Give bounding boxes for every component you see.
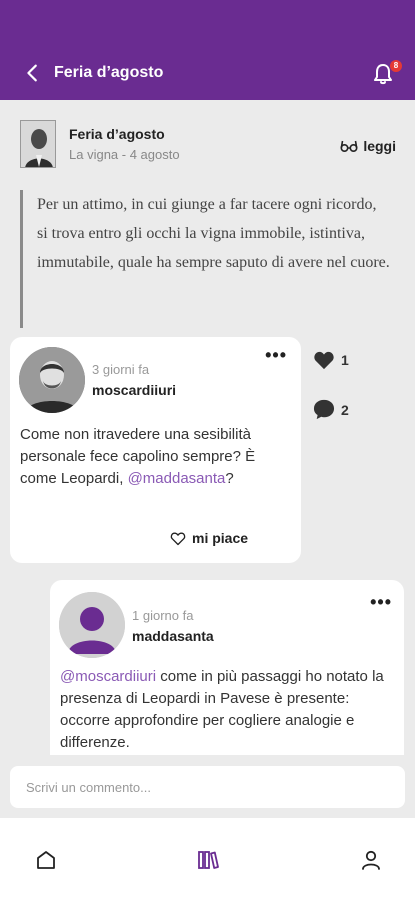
like-button[interactable]: mi piace (170, 530, 248, 546)
user-icon[interactable] (359, 848, 383, 872)
speech-bubble-icon (313, 399, 335, 420)
avatar[interactable] (59, 592, 125, 658)
post-subtitle: La vigna - 4 agosto (69, 147, 180, 162)
more-dots-icon[interactable]: ••• (265, 346, 287, 364)
notification-badge: 8 (390, 60, 402, 72)
author-photo[interactable] (20, 120, 56, 168)
avatar-photo (19, 347, 85, 413)
mention-link[interactable]: @maddasanta (128, 470, 226, 487)
like-count[interactable]: 1 (313, 350, 349, 370)
heart-icon (314, 351, 334, 370)
home-icon[interactable] (34, 848, 58, 872)
heart-outline-icon (170, 532, 186, 545)
portrait-image (21, 121, 55, 167)
reply-count[interactable]: 2 (313, 399, 349, 420)
app-header: Feria d’agosto 8 (0, 0, 415, 100)
read-label: leggi (363, 138, 396, 154)
post-title: Feria d’agosto (69, 126, 165, 142)
library-icon[interactable] (196, 848, 220, 872)
more-dots-icon[interactable]: ••• (370, 593, 392, 611)
mention-link[interactable]: @moscardiiuri (60, 668, 156, 685)
comment-time: 1 giorno fa (132, 608, 194, 623)
read-button[interactable]: leggi (340, 138, 396, 154)
page-title: Feria d’agosto (54, 64, 164, 81)
like-label: mi piace (192, 530, 249, 546)
reply-card: 1 giorno fa maddasanta ••• @moscardiiuri… (50, 580, 404, 755)
avatar[interactable] (19, 347, 85, 413)
comment-text: @moscardiiuri come in più passaggi ho no… (60, 668, 384, 751)
post-excerpt: Per un attimo, in cui giunge a far tacer… (20, 190, 390, 328)
bottom-nav (0, 818, 415, 900)
comment-text: Come non itravedere una sesibilità perso… (20, 426, 256, 487)
chevron-left-icon[interactable] (22, 62, 44, 84)
comment-author[interactable]: maddasanta (132, 628, 214, 644)
post-header: Feria d’agosto La vigna - 4 agosto leggi (20, 120, 400, 172)
glasses-icon (340, 140, 358, 153)
comment-card: 3 giorni fa moscardiiuri ••• Come non it… (10, 337, 301, 563)
comment-author[interactable]: moscardiiuri (92, 382, 176, 398)
comment-time: 3 giorni fa (92, 362, 150, 377)
comment-input[interactable] (10, 766, 405, 808)
user-placeholder-icon (59, 592, 125, 658)
